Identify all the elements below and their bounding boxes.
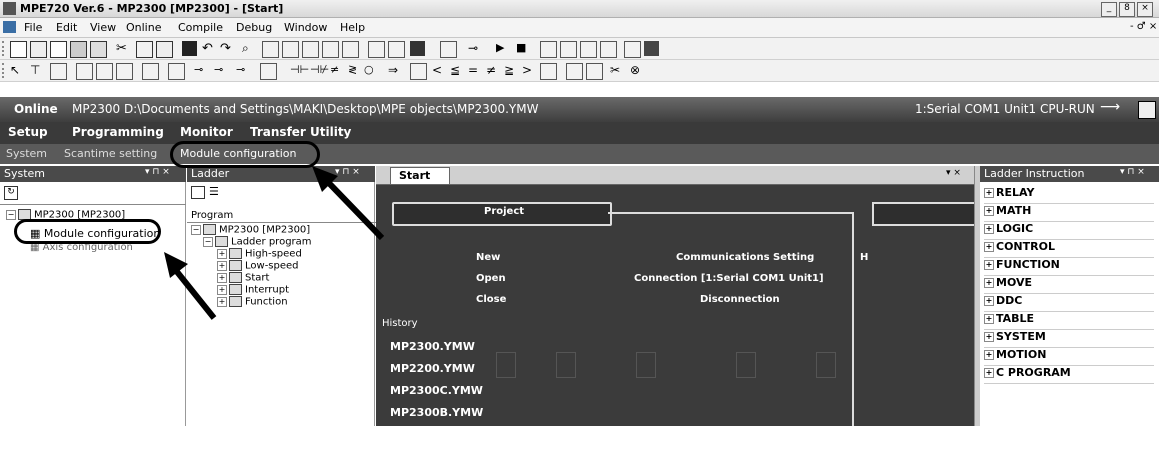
callout-arrows	[164, 166, 385, 320]
